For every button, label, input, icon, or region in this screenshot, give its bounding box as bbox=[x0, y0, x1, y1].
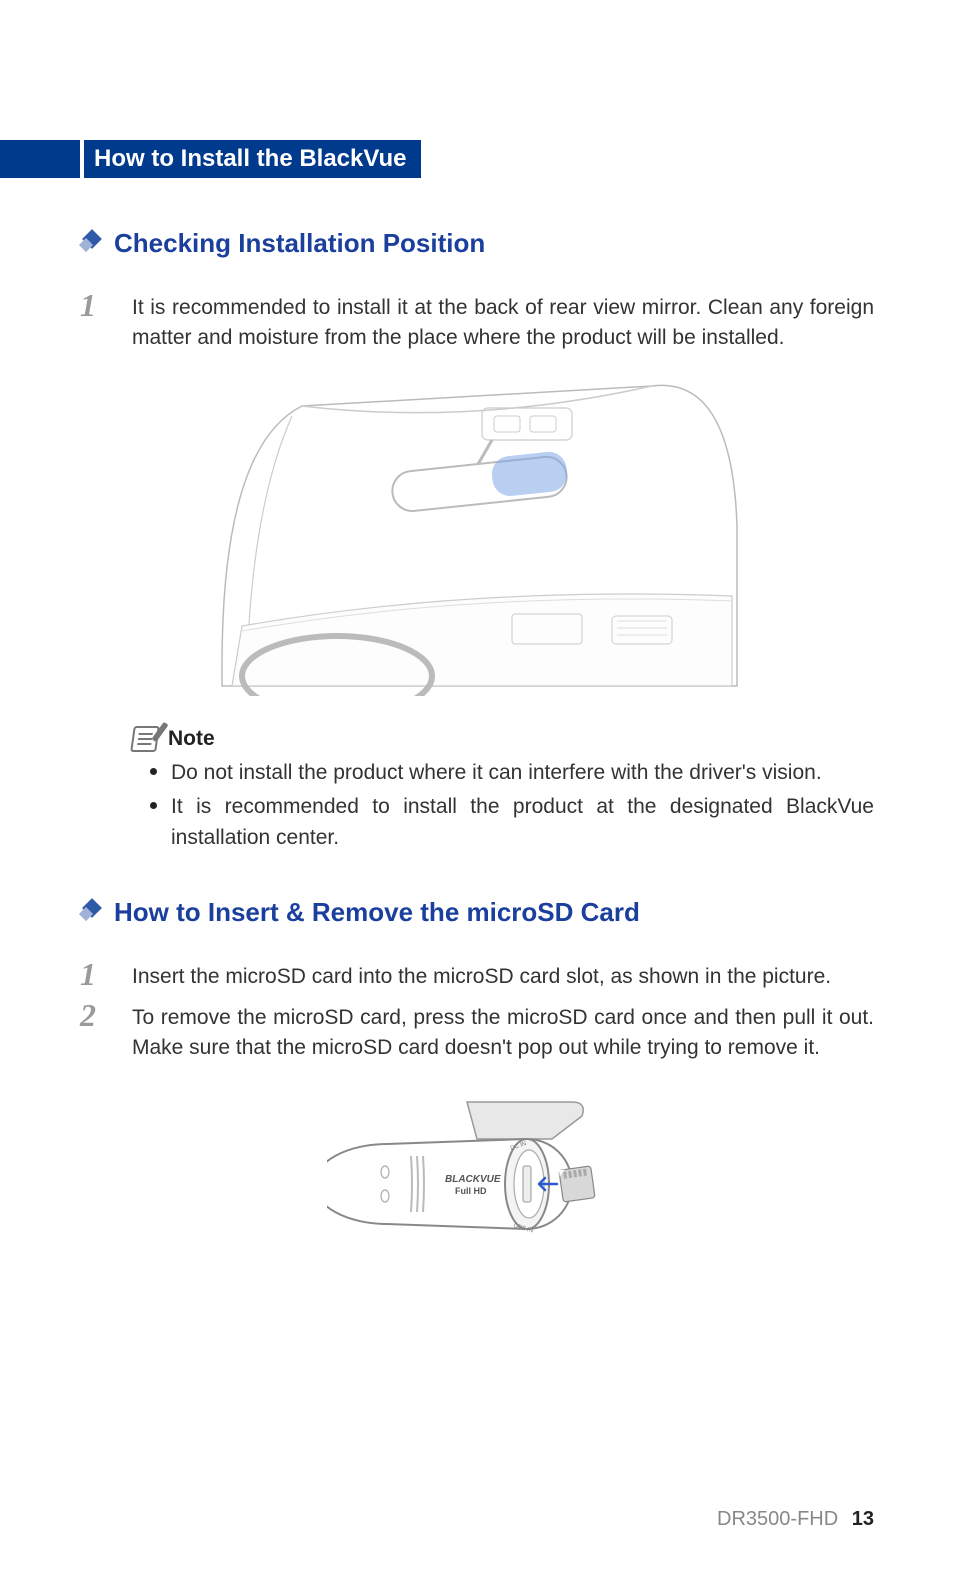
note-text: Do not install the product where it can … bbox=[171, 758, 874, 788]
section-heading: How to Insert & Remove the microSD Card bbox=[80, 897, 874, 928]
diamond-icon bbox=[80, 901, 104, 925]
diamond-icon bbox=[80, 232, 104, 256]
label-brand: BLACKVUE bbox=[445, 1174, 501, 1185]
chapter-title: How to Install the BlackVue bbox=[84, 140, 421, 178]
note-list: Do not install the product where it can … bbox=[132, 758, 874, 853]
page-footer: DR3500-FHD 13 bbox=[717, 1508, 874, 1531]
bullet-icon bbox=[150, 802, 157, 809]
section-microsd: How to Insert & Remove the microSD Card … bbox=[80, 897, 874, 1263]
note-block: Note Do not install the product where it… bbox=[132, 726, 874, 853]
label-res: Full HD bbox=[455, 1186, 487, 1196]
section-heading: Checking Installation Position bbox=[80, 228, 874, 259]
section-title: How to Insert & Remove the microSD Card bbox=[114, 897, 640, 928]
note-title: Note bbox=[168, 727, 215, 751]
header-accent-bar bbox=[0, 140, 80, 178]
step-text: It is recommended to install it at the b… bbox=[132, 293, 874, 354]
step-text: To remove the microSD card, press the mi… bbox=[132, 1003, 874, 1064]
step-2: 2 To remove the microSD card, press the … bbox=[80, 1003, 874, 1064]
footer-model: DR3500-FHD bbox=[717, 1508, 838, 1530]
note-item: It is recommended to install the product… bbox=[132, 792, 874, 853]
step-1: 1 It is recommended to install it at the… bbox=[80, 293, 874, 354]
car-interior-svg bbox=[212, 366, 742, 696]
step-number: 1 bbox=[80, 958, 108, 992]
note-icon bbox=[130, 726, 160, 752]
step-1: 1 Insert the microSD card into the micro… bbox=[80, 962, 874, 992]
section-checking-position: Checking Installation Position 1 It is r… bbox=[80, 228, 874, 853]
chapter-header: How to Install the BlackVue bbox=[80, 140, 874, 178]
note-heading: Note bbox=[132, 726, 874, 752]
step-text: Insert the microSD card into the microSD… bbox=[132, 962, 874, 992]
bullet-icon bbox=[150, 768, 157, 775]
illustration-car-interior bbox=[212, 366, 742, 696]
note-text: It is recommended to install the product… bbox=[171, 792, 874, 853]
section-title: Checking Installation Position bbox=[114, 228, 485, 259]
illustration-device: BLACKVUE Full HD DC IN GPS IN bbox=[327, 1084, 627, 1264]
footer-page-number: 13 bbox=[852, 1508, 874, 1530]
step-number: 2 bbox=[80, 999, 108, 1064]
step-number: 1 bbox=[80, 289, 108, 354]
note-item: Do not install the product where it can … bbox=[132, 758, 874, 788]
